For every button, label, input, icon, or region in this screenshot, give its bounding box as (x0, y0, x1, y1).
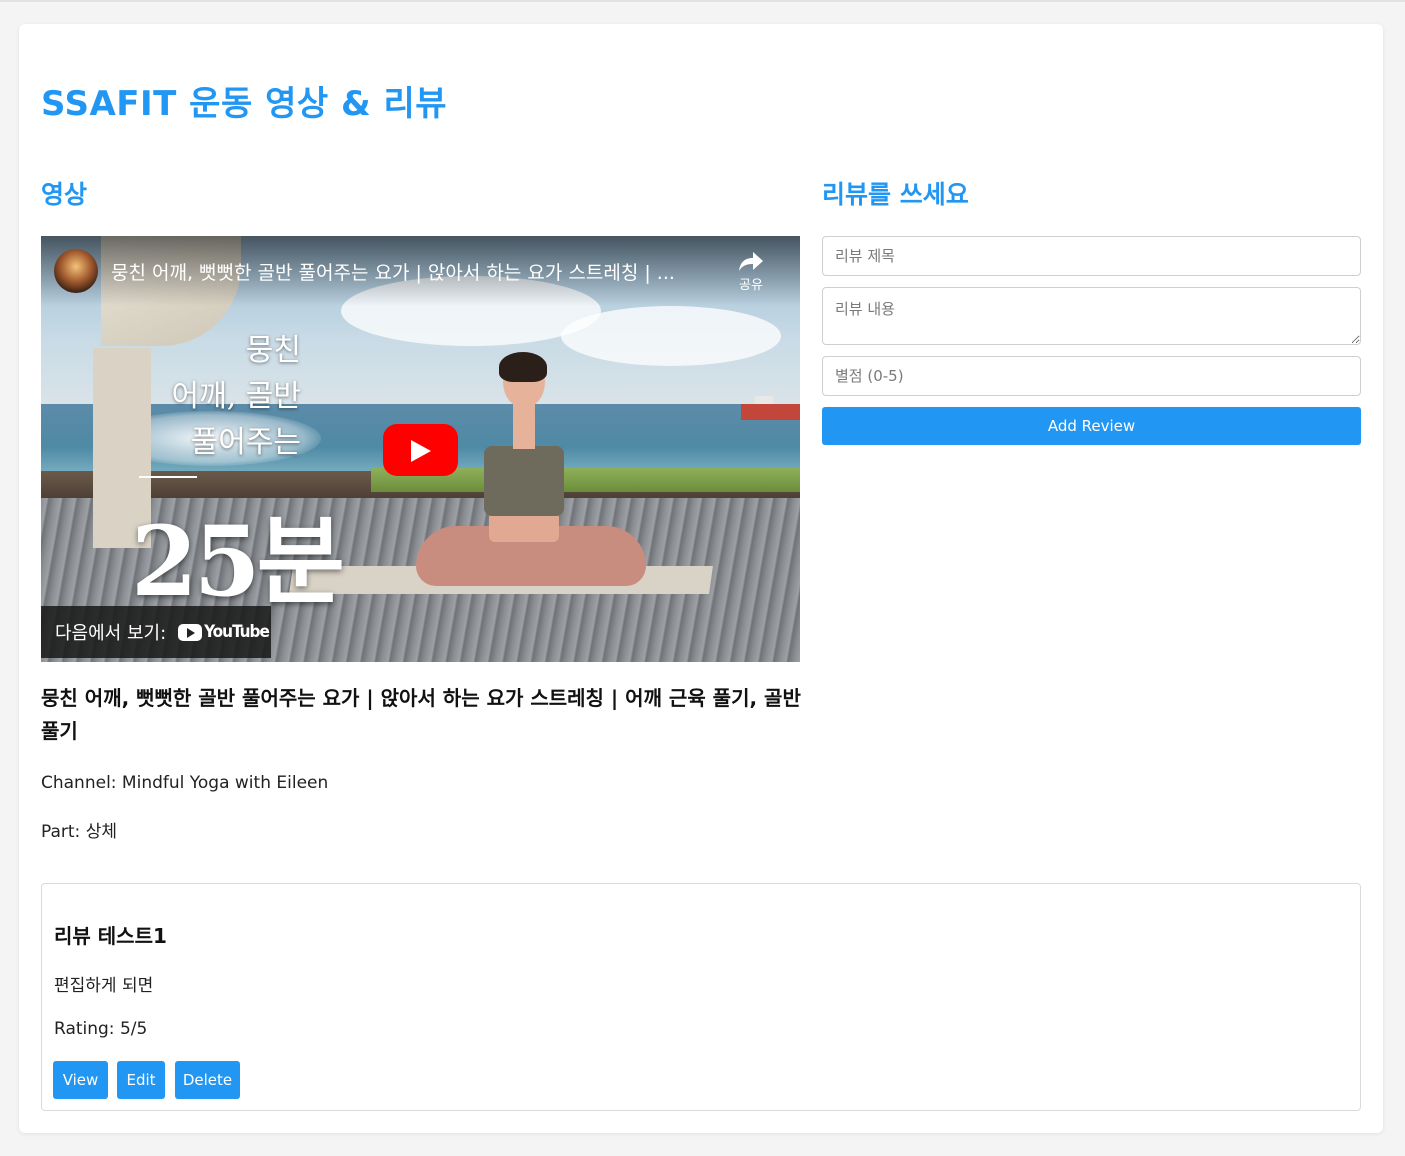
channel-avatar[interactable] (54, 249, 98, 293)
video-part: Part: 상체 (41, 822, 117, 842)
top-divider (0, 0, 1405, 2)
watch-on-label: 다음에서 보기: (55, 623, 167, 644)
thumbnail-duration-text: 25분 (131, 505, 345, 618)
video-player[interactable]: 뭉친 어깨, 골반 풀어주는 25분 뭉친 어깨, 뻣뻣한 골반 풀어주는 요가… (41, 236, 800, 662)
review-title: 리뷰 테스트1 (54, 924, 167, 948)
thumbnail-text-line: 뭉친 (245, 333, 301, 368)
share-button[interactable]: 공유 (731, 250, 771, 293)
video-section-heading: 영상 (41, 180, 88, 209)
review-content: 편집하게 되면 (54, 976, 154, 996)
thumbnail-ship (741, 404, 800, 420)
review-content-input[interactable] (822, 287, 1361, 345)
main-card: SSAFIT 운동 영상 & 리뷰 영상 리뷰를 쓰세요 뭉친 어깨, 골반 풀… (19, 24, 1383, 1133)
add-review-button[interactable]: Add Review (822, 407, 1361, 445)
youtube-logo-icon (178, 623, 203, 641)
thumbnail-figure-top (484, 446, 564, 516)
play-button[interactable] (383, 424, 458, 476)
thumbnail-cloud (561, 306, 781, 366)
watch-on-youtube-button[interactable]: 다음에서 보기: YouTube (41, 606, 271, 658)
review-rating-input[interactable] (822, 356, 1361, 396)
video-channel: Channel: Mindful Yoga with Eileen (41, 773, 329, 793)
video-title: 뭉친 어깨, 뻣뻣한 골반 풀어주는 요가 | 앉아서 하는 요가 스트레칭 |… (41, 686, 801, 743)
review-card: 리뷰 테스트1 편집하게 되면 Rating: 5/5 View Edit De… (41, 883, 1361, 1111)
view-review-button[interactable]: View (53, 1061, 108, 1099)
share-arrow-icon (739, 252, 763, 271)
thumbnail-text: 뭉친 어깨, 골반 풀어주는 (161, 328, 301, 466)
thumbnail-figure-torso (489, 512, 559, 542)
edit-review-button[interactable]: Edit (117, 1061, 165, 1099)
video-player-title[interactable]: 뭉친 어깨, 뻣뻣한 골반 풀어주는 요가 | 앉아서 하는 요가 스트레칭 |… (111, 258, 721, 285)
review-rating: Rating: 5/5 (54, 1019, 148, 1039)
youtube-logo: YouTube (178, 622, 270, 642)
thumbnail-text-line: 어깨, 골반 (171, 379, 301, 414)
review-title-input[interactable] (822, 236, 1361, 276)
thumbnail-figure-hair (499, 352, 547, 382)
share-label: 공유 (739, 278, 763, 293)
youtube-logo-text: YouTube (204, 622, 270, 642)
thumbnail-figure-neck (513, 401, 535, 449)
thumbnail-divider (139, 476, 197, 478)
thumbnail-text-line: 풀어주는 (190, 425, 301, 460)
page-title: SSAFIT 운동 영상 & 리뷰 (41, 84, 448, 124)
review-form-heading: 리뷰를 쓰세요 (822, 180, 969, 209)
youtube-play-icon (411, 440, 431, 462)
delete-review-button[interactable]: Delete (175, 1061, 240, 1099)
